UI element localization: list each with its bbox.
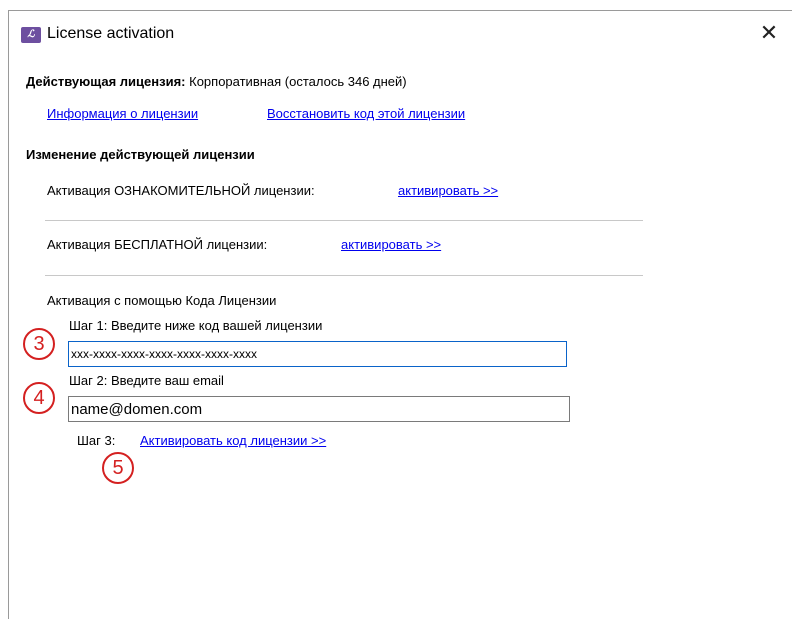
window-title: License activation [47, 25, 175, 42]
close-icon[interactable]: ✕ [754, 19, 784, 47]
annotation-badge-3: 3 [23, 328, 55, 360]
annotation-badge-5: 5 [102, 452, 134, 484]
email-field[interactable] [68, 396, 570, 422]
activate-license-code-link[interactable]: Активировать код лицензии >> [140, 433, 326, 448]
divider [45, 275, 643, 276]
title-bar: ℒ License activation ✕ [9, 11, 792, 55]
step2-label: Шаг 2: Введите ваш email [69, 373, 224, 388]
license-info-link[interactable]: Информация о лицензии [47, 106, 198, 121]
trial-activate-link[interactable]: активировать >> [398, 183, 498, 198]
code-activation-heading: Активация с помощью Кода Лицензии [47, 293, 277, 308]
annotation-badge-4: 4 [23, 382, 55, 414]
divider [45, 220, 643, 221]
current-license-row: Действующая лицензия: Корпоративная (ост… [26, 74, 407, 89]
current-license-label: Действующая лицензия: [26, 74, 186, 89]
trial-activation-label: Активация ОЗНАКОМИТЕЛЬНОЙ лицензии: [47, 183, 315, 198]
license-code-input[interactable] [68, 341, 567, 367]
step3-label: Шаг 3: [77, 433, 116, 448]
restore-license-code-link[interactable]: Восстановить код этой лицензии [267, 106, 465, 121]
current-license-value: Корпоративная (осталось 346 дней) [189, 74, 407, 89]
app-logo-icon: ℒ [21, 27, 41, 43]
license-activation-window: ℒ License activation ✕ Действующая лицен… [8, 10, 792, 619]
step1-label: Шаг 1: Введите ниже код вашей лицензии [69, 318, 323, 333]
free-activation-label: Активация БЕСПЛАТНОЙ лицензии: [47, 237, 268, 252]
free-activate-link[interactable]: активировать >> [341, 237, 441, 252]
change-license-heading: Изменение действующей лицензии [26, 147, 255, 162]
